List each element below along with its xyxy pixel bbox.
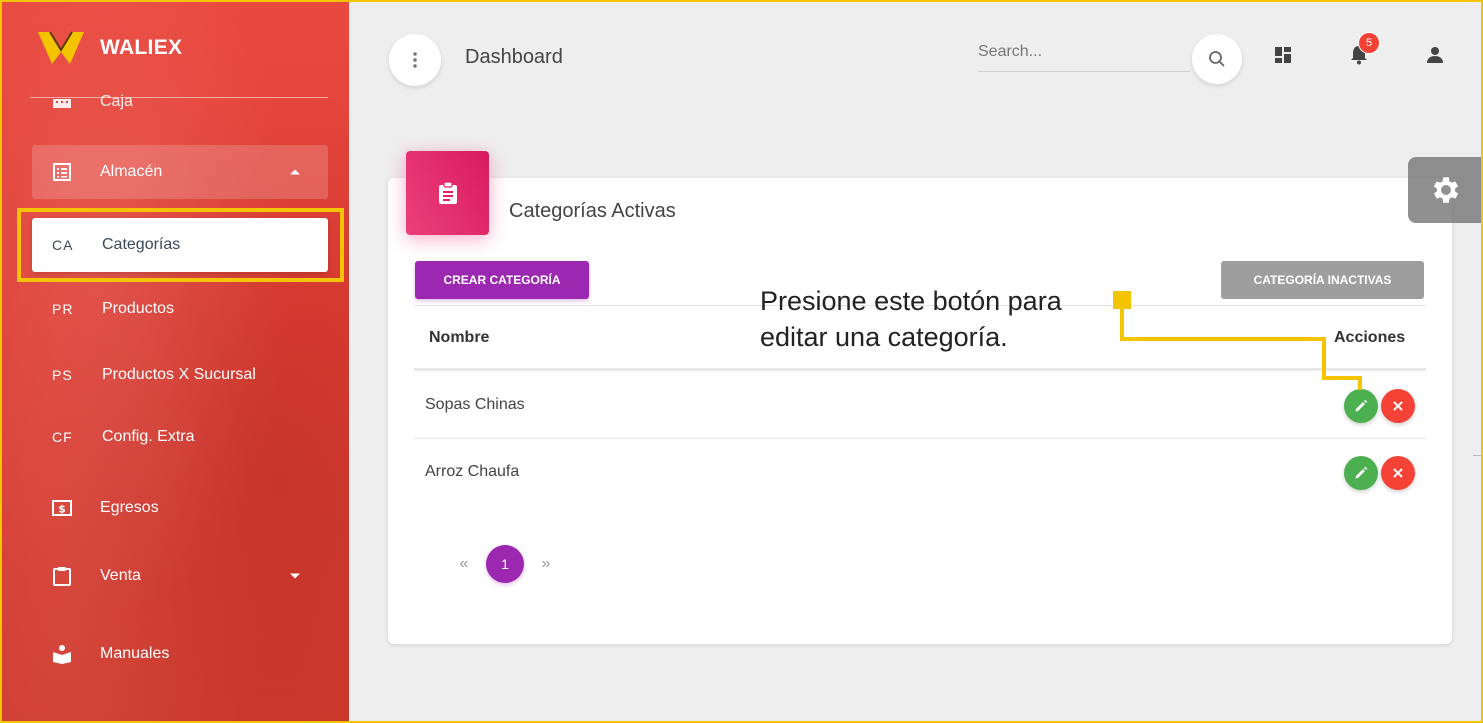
sidebar-item-venta[interactable]: Venta xyxy=(32,549,328,603)
sidebar-item-config-extra[interactable]: CF Config. Extra xyxy=(32,410,328,464)
notification-badge: 5 xyxy=(1358,32,1380,54)
annotation-connector xyxy=(1358,376,1362,390)
delete-button[interactable] xyxy=(1381,389,1415,423)
search-input[interactable] xyxy=(978,38,1190,72)
sidebar-item-egresos[interactable]: $ Egresos xyxy=(32,481,328,535)
chevron-down-icon xyxy=(290,573,300,579)
sidebar-item-label: Productos X Sucursal xyxy=(102,366,256,383)
edit-button[interactable] xyxy=(1344,456,1378,490)
row-divider xyxy=(414,438,1426,439)
chevron-up-icon xyxy=(290,169,300,175)
table-row-name: Sopas Chinas xyxy=(425,396,525,413)
column-header-name: Nombre xyxy=(429,329,490,346)
page-title: Dashboard xyxy=(465,46,563,68)
close-icon xyxy=(1393,468,1403,478)
sidebar-item-label: Caja xyxy=(100,93,133,110)
table-header-border xyxy=(414,368,1426,371)
search-icon xyxy=(1209,51,1225,67)
sidebar-item-productos-sucursal[interactable]: PS Productos X Sucursal xyxy=(32,348,328,402)
annotation-connector xyxy=(1322,376,1362,380)
svg-text:$: $ xyxy=(58,503,66,516)
sidebar-item-manuales[interactable]: Manuales xyxy=(32,627,328,681)
pagination: « 1 » xyxy=(448,545,562,583)
annotation-text: Presione este botón para editar una cate… xyxy=(760,283,1062,355)
user-icon[interactable] xyxy=(1422,42,1448,68)
sidebar-item-abbr: PR xyxy=(52,301,74,317)
assignment-icon xyxy=(438,181,457,204)
card-header-icon xyxy=(406,151,489,235)
card-title: Categorías Activas xyxy=(509,200,676,222)
gear-icon xyxy=(1433,177,1458,203)
search-button[interactable] xyxy=(1192,34,1242,84)
brand-name: WALIEX xyxy=(100,36,183,59)
pencil-icon xyxy=(1355,399,1368,412)
inactive-categories-button[interactable]: CATEGORÍA INACTIVAS xyxy=(1221,261,1424,299)
annotation-connector xyxy=(1120,305,1124,341)
annotation-line: editar una categoría. xyxy=(760,322,1008,352)
annotation-line: Presione este botón para xyxy=(760,286,1062,316)
scrollbar[interactable] xyxy=(1473,455,1483,456)
highlight-box xyxy=(17,208,344,282)
edit-button[interactable] xyxy=(1344,389,1378,423)
sidebar-item-label: Almacén xyxy=(100,163,163,180)
sidebar-item-label: Manuales xyxy=(100,645,170,662)
waliex-logo-icon xyxy=(38,31,84,64)
sidebar-item-abbr: PS xyxy=(52,367,73,383)
clipboard-icon xyxy=(52,566,72,586)
reading-icon xyxy=(52,644,72,664)
sidebar-item-caja[interactable]: Caja xyxy=(32,82,328,122)
sidebar-item-almacen[interactable]: Almacén xyxy=(32,145,328,199)
list-box-icon xyxy=(52,162,72,182)
sidebar-item-label: Config. Extra xyxy=(102,428,195,445)
sidebar-item-label: Egresos xyxy=(100,499,159,516)
create-category-button[interactable]: CREAR CATEGORÍA xyxy=(415,261,589,299)
pencil-icon xyxy=(1355,466,1368,479)
table-row-name: Arroz Chaufa xyxy=(425,463,520,480)
pagination-page[interactable]: 1 xyxy=(486,545,524,583)
column-header-actions: Acciones xyxy=(1334,329,1406,346)
settings-button[interactable] xyxy=(1408,157,1483,223)
pagination-next[interactable]: » xyxy=(530,555,562,573)
brand[interactable]: WALIEX xyxy=(36,26,182,70)
money-icon: $ xyxy=(52,498,72,518)
sidebar-item-label: Productos xyxy=(102,300,175,317)
sidebar-item-abbr: CF xyxy=(52,429,73,445)
close-icon xyxy=(1393,401,1403,411)
menu-button[interactable] xyxy=(389,34,441,86)
sidebar-item-productos[interactable]: PR Productos xyxy=(32,282,328,336)
pagination-prev[interactable]: « xyxy=(448,555,480,573)
annotation-connector xyxy=(1322,337,1326,380)
sidebar-item-label: Venta xyxy=(100,567,141,584)
delete-button[interactable] xyxy=(1381,456,1415,490)
cash-register-icon xyxy=(52,92,72,112)
sidebar: WALIEX Caja Almacén CA Categorías PR Pro… xyxy=(0,0,349,723)
dashboard-icon[interactable] xyxy=(1270,42,1296,68)
annotation-connector xyxy=(1120,337,1326,341)
more-vertical-icon xyxy=(413,52,417,68)
